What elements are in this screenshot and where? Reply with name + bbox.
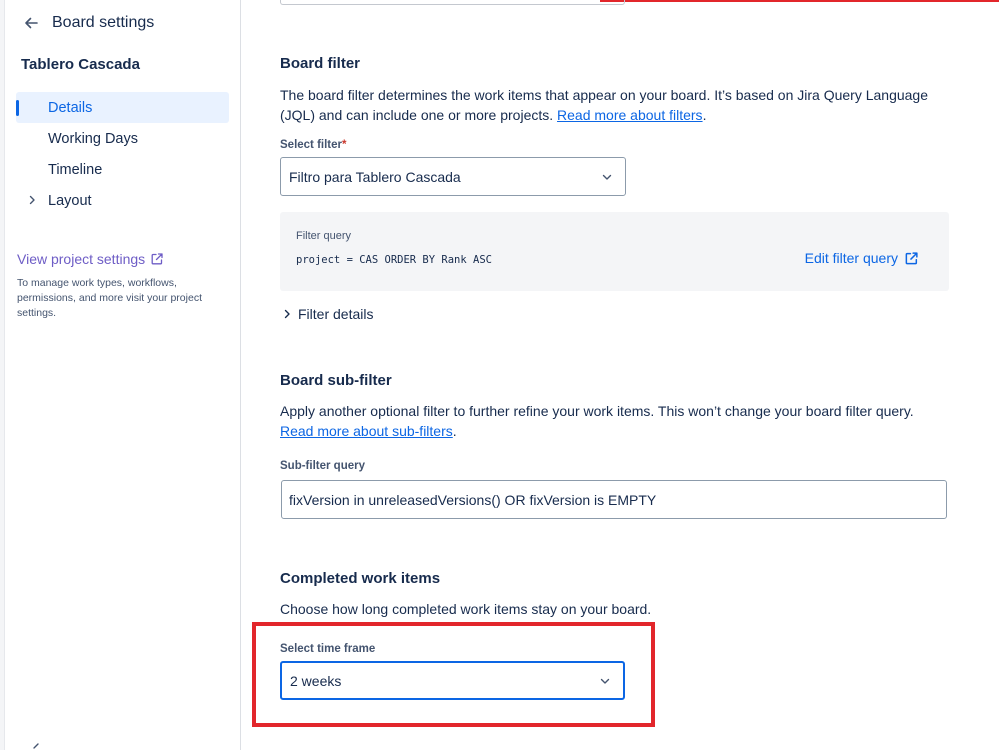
back-button[interactable]: Board settings	[22, 14, 154, 32]
sidebar-item-working-days[interactable]: Working Days	[16, 123, 229, 154]
select-time-frame-label: Select time frame	[280, 643, 376, 655]
collapse-icon[interactable]	[30, 742, 42, 750]
sidebar-item-label: Working Days	[48, 130, 138, 147]
sidebar-item-details[interactable]: Details	[16, 92, 229, 123]
arrow-left-icon	[25, 17, 38, 29]
external-link-icon	[905, 251, 918, 264]
time-frame-dropdown[interactable]: 2 weeks	[280, 661, 625, 700]
sidebar-item-label: Layout	[48, 192, 92, 209]
external-link-icon	[151, 253, 163, 265]
sub-filter-description-text: Apply another optional filter to further…	[280, 403, 914, 419]
sidebar-item-layout[interactable]: Layout	[16, 185, 229, 216]
chevron-right-icon	[29, 195, 35, 205]
top-red-line	[600, 0, 999, 2]
chevron-down-icon	[600, 678, 610, 684]
board-filter-heading: Board filter	[280, 55, 361, 72]
board-filter-description: The board filter determines the work ite…	[280, 85, 930, 125]
filter-query-box: Filter query project = CAS ORDER BY Rank…	[280, 212, 949, 291]
board-sub-filter-heading: Board sub-filter	[280, 372, 392, 389]
sub-filter-query-label: Sub-filter query	[280, 460, 365, 472]
edit-filter-query-label: Edit filter query	[804, 250, 898, 266]
read-more-sub-filters-link[interactable]: Read more about sub-filters	[280, 423, 453, 439]
sidebar-nav: Details Working Days Timeline Layout	[16, 92, 229, 216]
sub-filter-query-input[interactable]: fixVersion in unreleasedVersions() OR fi…	[281, 480, 947, 519]
sub-filter-description: Apply another optional filter to further…	[280, 401, 940, 441]
chevron-right-icon	[284, 309, 290, 319]
required-mark: *	[342, 139, 347, 151]
previous-input-stub	[280, 0, 625, 5]
select-filter-label: Select filter*	[280, 139, 346, 151]
sidebar-item-label: Timeline	[48, 161, 103, 178]
chevron-down-icon	[602, 174, 612, 180]
filter-query-label: Filter query	[296, 230, 352, 242]
view-project-settings-link[interactable]: View project settings	[17, 251, 164, 267]
project-name: Tablero Cascada	[21, 56, 140, 73]
view-project-description: To manage work types, workflows, permiss…	[17, 277, 202, 319]
filter-details-label: Filter details	[298, 306, 374, 322]
filter-details-toggle[interactable]: Filter details	[282, 306, 373, 322]
time-frame-value: 2 weeks	[290, 672, 342, 689]
edit-filter-query-link[interactable]: Edit filter query	[805, 250, 919, 266]
completed-work-items-heading: Completed work items	[280, 570, 441, 587]
period: .	[702, 107, 707, 123]
sidebar-edge	[0, 0, 5, 750]
sidebar: Board settings Tablero Cascada Details W…	[0, 0, 241, 750]
sub-filter-query-value: fixVersion in unreleasedVersions() OR fi…	[289, 491, 657, 508]
view-project-label: View project settings	[17, 251, 146, 267]
filter-query-code: project = CAS ORDER BY Rank ASC	[296, 254, 492, 266]
sidebar-item-label: Details	[48, 99, 93, 116]
read-more-filters-link[interactable]: Read more about filters	[557, 107, 703, 123]
period: .	[452, 423, 457, 439]
board-settings-title: Board settings	[52, 14, 155, 31]
select-filter-label-text: Select filter	[280, 139, 342, 151]
completed-description: Choose how long completed work items sta…	[280, 601, 652, 617]
select-filter-dropdown[interactable]: Filtro para Tablero Cascada	[280, 157, 626, 196]
selected-filter-value: Filtro para Tablero Cascada	[289, 168, 461, 185]
sidebar-item-timeline[interactable]: Timeline	[16, 154, 229, 185]
